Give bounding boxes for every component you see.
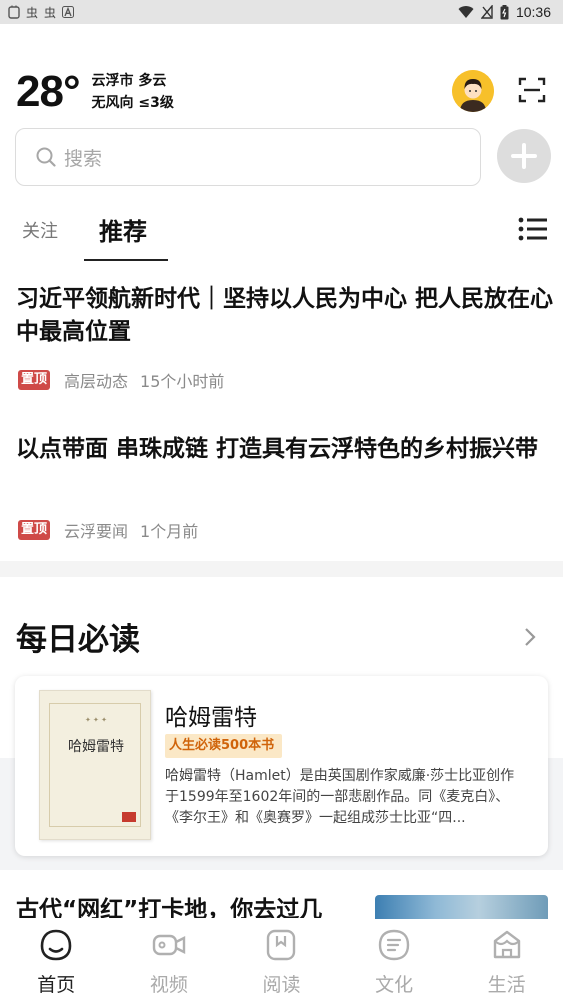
book-description: 哈姆雷特（Hamlet）是由英国剧作家威廉·莎士比亚创作于1599年至1602年… [165,768,515,826]
chevron-right-icon [525,628,536,646]
book-title: 哈姆雷特 [165,705,257,731]
nav-item-life[interactable]: 生活 [450,920,563,1002]
status-bar: 虫 虫 10:36 [0,0,563,24]
news-time: 15个小时前 [140,372,225,391]
nav-label-reading: 阅读 [262,974,301,996]
pinned-badge: 置顶 [18,370,51,390]
pinned-badge: 置顶 [18,520,51,540]
news-time: 1个月前 [140,522,199,541]
bottom-nav: 首页 视频 阅读 文化 生活 [0,920,563,1002]
news-title[interactable]: 以点带面 串珠成链 打造具有云浮特色的乡村振兴带 [16,433,556,466]
weather-wind: 无风向 ≤3级 [91,95,174,111]
tab-follow[interactable]: 关注 [22,217,58,243]
search-input[interactable]: 搜索 [15,128,481,186]
channel-menu-button[interactable] [518,216,548,242]
tab-active-indicator [84,259,168,261]
nav-item-home[interactable]: 首页 [0,920,113,1002]
search-placeholder: 搜索 [64,147,103,170]
status-right-icons: 10:36 [458,4,551,20]
nav-item-video[interactable]: 视频 [113,920,226,1002]
book-tag: 人生必读500本书 [165,734,283,758]
culture-icon [378,929,410,961]
cover-ornament: ✦ ✦ ✦ [84,716,108,724]
app-notification-icon [8,5,20,19]
news-title[interactable]: 习近平领航新时代｜坚持以人民为中心 把人民放在心中最高位置 [16,283,556,349]
wifi-icon [458,6,474,19]
search-icon [36,147,56,167]
bug-icon-1: 虫 [26,5,39,20]
news-source: 云浮要闻 [64,522,129,541]
status-left-icons: 虫 虫 [8,4,75,21]
cover-title: 哈姆雷特 [68,739,124,755]
section-divider [0,561,563,577]
weather-widget[interactable]: 28° 云浮市 多云 无风向 ≤3级 [16,68,174,116]
daily-read-heading: 每日必读 [16,622,140,658]
book-cover: ✦ ✦ ✦ 哈姆雷特 [39,690,151,840]
daily-read-more-button[interactable] [520,625,540,649]
user-avatar-icon [452,70,494,112]
article-preview-title[interactable]: 古代“网红”打卡地，你去过几 [16,890,366,918]
no-signal-icon [480,5,493,19]
article-thumbnail[interactable] [375,895,548,919]
scan-button[interactable] [518,76,546,104]
life-icon [493,930,520,959]
cover-seal [122,812,136,822]
plus-icon [511,143,537,169]
status-time: 10:36 [515,4,551,20]
nav-item-reading[interactable]: 阅读 [225,920,338,1002]
weather-temperature: 28° [16,67,81,116]
news-source: 高层动态 [64,372,129,391]
cover-frame: ✦ ✦ ✦ 哈姆雷特 [49,703,141,827]
nav-label-culture: 文化 [375,974,414,996]
avatar[interactable] [452,70,494,112]
nav-label-home: 首页 [37,974,76,996]
nav-label-video: 视频 [149,974,188,996]
nav-item-culture[interactable]: 文化 [338,920,451,1002]
book-card[interactable]: ✦ ✦ ✦ 哈姆雷特 哈姆雷特 人生必读500本书 哈姆雷特（Hamlet）是由… [15,676,548,856]
a-badge-icon [62,6,75,18]
weather-details: 云浮市 多云 无风向 ≤3级 [92,70,174,114]
add-button[interactable] [497,129,551,183]
list-menu-icon [518,217,547,241]
video-icon [152,934,186,956]
weather-location-condition: 云浮市 多云 [91,73,167,89]
bug-icon-2: 虫 [44,5,57,20]
news-meta: 置顶 高层动态 15个小时前 [18,368,224,392]
scan-icon [518,77,546,103]
nav-label-life: 生活 [487,974,526,996]
news-meta: 置顶 云浮要闻 1个月前 [18,518,198,542]
tab-recommend[interactable]: 推荐 [99,212,147,247]
reading-icon [267,929,296,961]
home-icon [40,929,72,961]
battery-icon [500,4,509,19]
